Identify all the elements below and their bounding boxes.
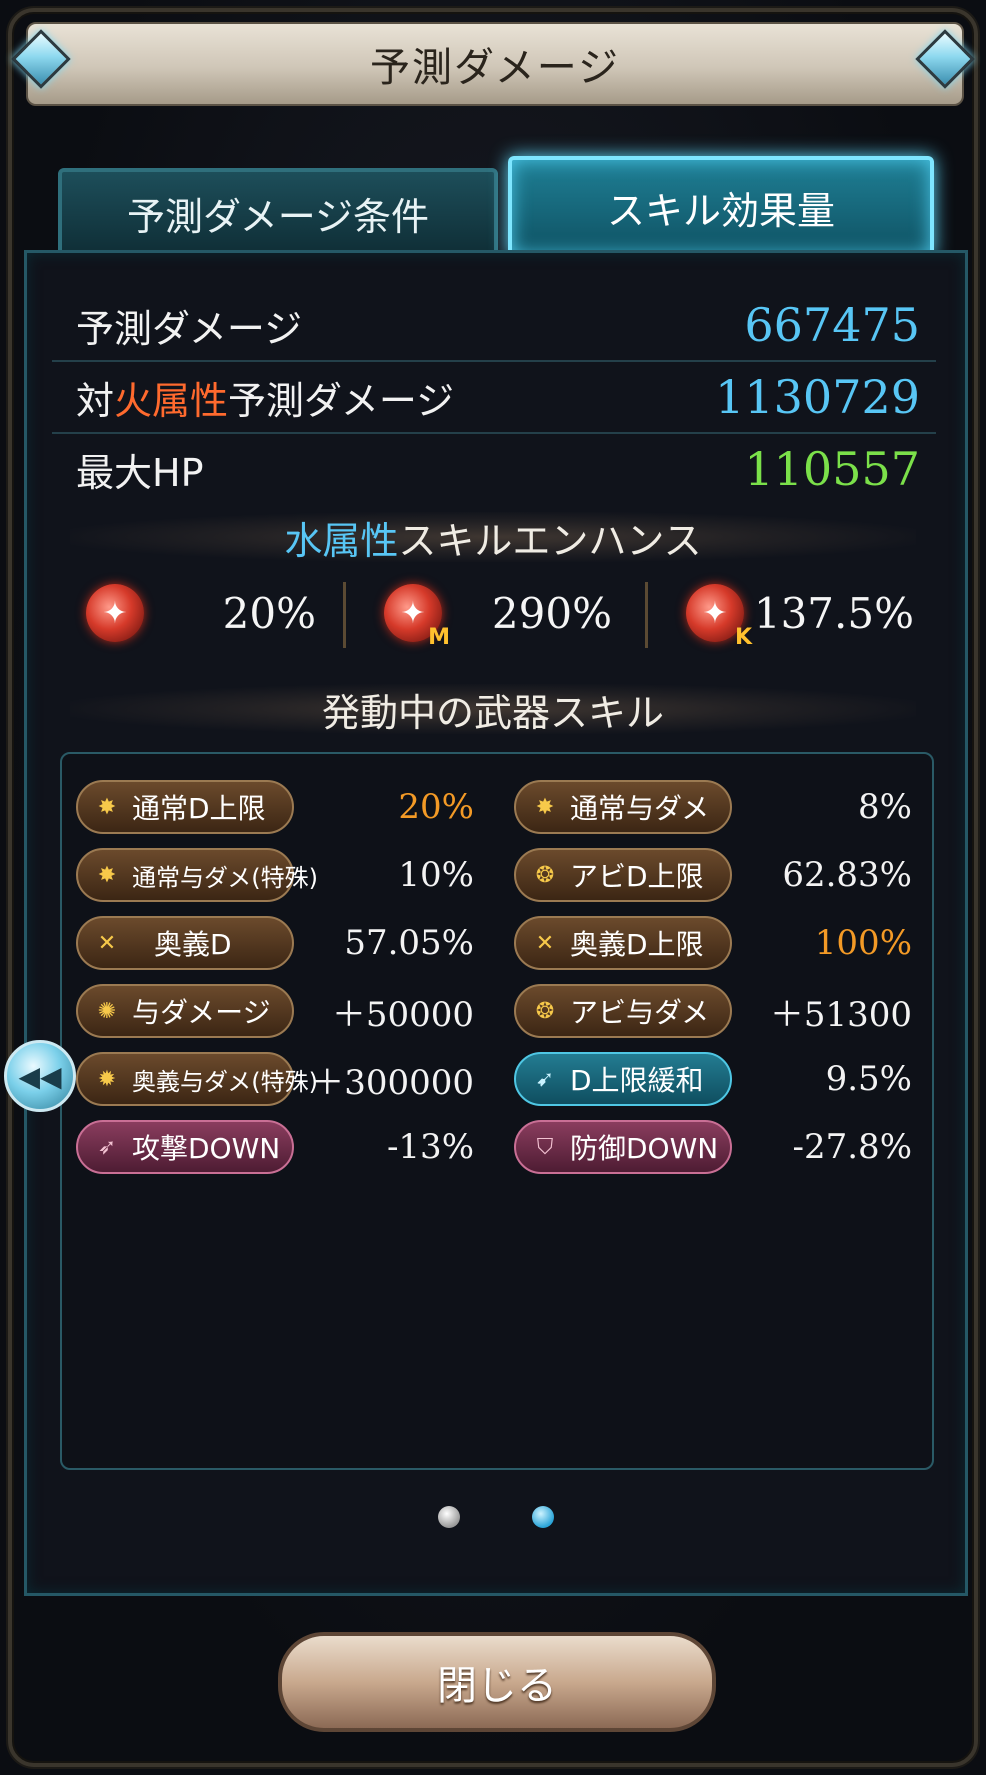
skill-row: ❂ アビD上限 62.83% <box>514 846 912 904</box>
crossed-swords-icon: ✕ <box>535 930 555 956</box>
vs-suffix: 予測ダメージ <box>228 378 455 423</box>
skill-enhance-heading: 水属性 スキルエンハンス <box>70 512 916 563</box>
predicted-damage-row: 予測ダメージ 667475 <box>52 290 936 362</box>
max-hp-value: 110557 <box>744 442 920 496</box>
skill-value: ＋50000 <box>331 994 474 1035</box>
skill-value: ＋51300 <box>769 994 912 1035</box>
skill-row: ✸ 通常D上限 20% <box>76 778 474 836</box>
skill-badge-ability-bonus: ❂ アビ与ダメ <box>514 984 732 1038</box>
skill-badge-normal-dmg: ✸ 通常与ダメ <box>514 780 732 834</box>
skill-row: ❂ アビ与ダメ ＋51300 <box>514 982 912 1040</box>
skill-value: 57.05% <box>344 923 474 963</box>
max-hp-row: 最大HP 110557 <box>52 434 936 504</box>
enhance-normal: ✦ 20% <box>86 578 316 648</box>
popup-header: 予測ダメージ <box>26 22 964 106</box>
enhance-divider <box>645 582 648 648</box>
skill-badge-ougi-cap: ✕ 奥義D上限 <box>514 916 732 970</box>
page-dot-2-active[interactable] <box>532 1506 554 1528</box>
enhance-magna: ✦ M 290% <box>384 578 612 650</box>
burst-icon: ✹ <box>97 1066 117 1092</box>
skill-row: ✹ 奥義与ダメ(特殊) ＋300000 <box>76 1050 474 1108</box>
skill-badge-normal-dmg-special: ✸ 通常与ダメ(特殊) <box>76 848 318 902</box>
sword-up-icon: ➹ <box>535 1066 555 1092</box>
skill-value: ＋300000 <box>310 1062 474 1103</box>
vs-element-damage-row: 対火属性予測ダメージ 1130729 <box>52 362 936 434</box>
sword-down-icon: ➶ <box>97 1134 117 1160</box>
vs-element-damage-label: 対火属性予測ダメージ <box>52 370 454 425</box>
skill-value: 8% <box>858 787 912 827</box>
skill-value: 20% <box>398 787 474 827</box>
skill-row: ✸ 通常与ダメ 8% <box>514 778 912 836</box>
skill-value: -27.8% <box>792 1127 913 1167</box>
skill-row: ✺ 与ダメージ ＋50000 <box>76 982 474 1040</box>
ability-icon: ❂ <box>535 998 555 1024</box>
magna-skill-icon: ✦ M <box>384 584 450 650</box>
skill-row: ✕ 奥義D 57.05% <box>76 914 474 972</box>
vs-element-damage-value: 1130729 <box>715 370 920 424</box>
skill-badge-def-down: ⛉ 防御DOWN <box>514 1120 732 1174</box>
skill-badge-atk-down: ➶ 攻撃DOWN <box>76 1120 294 1174</box>
skill-value: 9.5% <box>825 1059 912 1099</box>
predicted-damage-value: 667475 <box>744 298 920 352</box>
enhance-divider <box>343 582 346 648</box>
ex-skill-icon: ✦ K <box>686 584 752 650</box>
sun-icon: ✺ <box>97 998 117 1024</box>
popup-title: 予測ダメージ <box>370 45 620 91</box>
skill-value: 100% <box>814 923 912 963</box>
skill-row: ✕ 奥義D上限 100% <box>514 914 912 972</box>
skill-badge-ability-cap: ❂ アビD上限 <box>514 848 732 902</box>
enhance-title: スキルエンハンス <box>398 518 702 563</box>
ability-icon: ❂ <box>535 862 555 888</box>
crossed-swords-icon: ✕ <box>97 930 117 956</box>
skill-row: ➹ D上限緩和 9.5% <box>514 1050 912 1108</box>
skill-badge-cap-relax: ➹ D上限緩和 <box>514 1052 732 1106</box>
vs-element-name: 火属性 <box>114 378 229 423</box>
shield-down-icon: ⛉ <box>536 1134 554 1160</box>
normal-attack-icon: ✸ <box>97 794 117 820</box>
enhance-magna-value: 290% <box>491 588 612 638</box>
tab-damage-conditions[interactable]: 予測ダメージ条件 <box>58 168 498 258</box>
skill-row: ➶ 攻撃DOWN -13% <box>76 1118 474 1176</box>
normal-skill-icon: ✦ <box>86 584 144 642</box>
page-dot-1[interactable] <box>438 1506 460 1528</box>
enhance-ex-value: 137.5% <box>753 588 914 638</box>
predicted-damage-label: 予測ダメージ <box>76 306 303 351</box>
rewind-icon[interactable]: ◀◀ <box>4 1040 76 1112</box>
weapon-skills-heading: 発動中の武器スキル <box>70 684 916 735</box>
normal-attack-icon: ✸ <box>535 794 555 820</box>
vs-prefix: 対 <box>76 378 115 423</box>
tab-skill-effects[interactable]: スキル効果量 <box>508 156 934 258</box>
skill-badge-bonus-dmg: ✺ 与ダメージ <box>76 984 294 1038</box>
max-hp-label: 最大HP <box>76 450 204 495</box>
skill-row: ✸ 通常与ダメ(特殊) 10% <box>76 846 474 904</box>
enhance-element: 水属性 <box>284 518 399 563</box>
skill-value: 10% <box>398 855 474 895</box>
page-indicator <box>0 1506 986 1530</box>
enhance-ex: ✦ K 137.5% <box>686 578 914 650</box>
skill-value: -13% <box>386 1127 474 1167</box>
skill-badge-ougi-dmg: ✕ 奥義D <box>76 916 294 970</box>
skill-row: ⛉ 防御DOWN -27.8% <box>514 1118 912 1176</box>
skill-badge-normal-cap: ✸ 通常D上限 <box>76 780 294 834</box>
close-button[interactable]: 閉じる <box>278 1632 716 1732</box>
skill-value: 62.83% <box>782 855 912 895</box>
normal-attack-icon: ✸ <box>97 862 117 888</box>
skill-badge-ougi-bonus-special: ✹ 奥義与ダメ(特殊) <box>76 1052 318 1106</box>
enhance-normal-value: 20% <box>222 588 316 638</box>
